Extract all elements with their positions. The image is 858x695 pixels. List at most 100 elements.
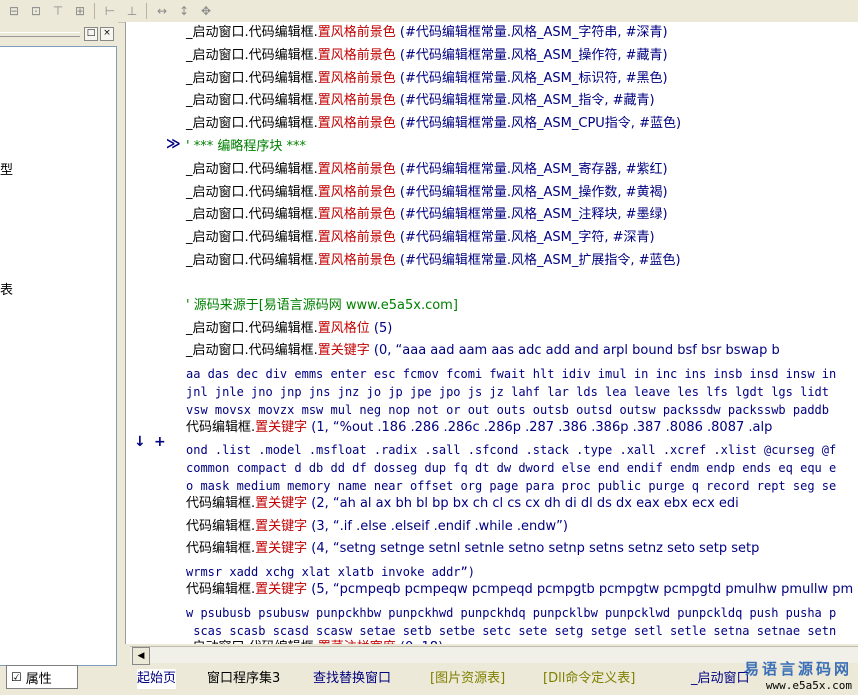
code-args: (#代码编辑框常量.风格_ASM_标识符, #黑色) [395, 70, 668, 86]
code-line[interactable]: scas scasb scasd scasw setae setb setbe … [186, 623, 836, 640]
code-args: (5, “pcmpeqb pcmpeqw pcmpeqd pcmpgtb pcm… [307, 582, 854, 597]
code-method: 置风格前景色 [317, 230, 396, 246]
code-continuation: aa das dec div emms enter esc fcmov fcom… [186, 367, 837, 382]
code-line[interactable]: w psubusb psubusw punpckhbw punpckhwd pu… [186, 605, 836, 622]
code-args: (#代码编辑框常量.风格_ASM_扩展指令, #蓝色) [395, 253, 681, 268]
code-args: (#代码编辑框常量.风格_ASM_注释块, #墨绿) [395, 207, 668, 223]
code-line[interactable]: _启动窗口.代码编辑框.置风格前景色 (#代码编辑框常量.风格_ASM_字符, … [186, 230, 655, 246]
code-line[interactable]: vsw movsx movzx msw mul neg nop not or o… [186, 402, 829, 419]
code-line[interactable]: _启动窗口.代码编辑框.置风格前景色 (#代码编辑框常量.风格_ASM_扩展指令… [186, 253, 681, 269]
align-left-icon[interactable]: ⊟ [4, 2, 24, 20]
code-object: _启动窗口.代码编辑框. [186, 47, 318, 63]
code-args: (1, “%out .186 .286 .286c .286p .287 .38… [307, 419, 773, 435]
align-top-icon[interactable]: ⊤ [48, 2, 68, 20]
code-object: 代码编辑框. [186, 419, 256, 435]
code-line[interactable]: aa das dec div emms enter esc fcmov fcom… [186, 366, 836, 383]
watermark-title: 易语言源码网 [743, 660, 852, 678]
code-line[interactable]: _启动窗口.代码编辑框.置风格前景色 (#代码编辑框常量.风格_ASM_操作符,… [186, 48, 668, 64]
tab-window-assembly[interactable]: 窗口程序集3 [207, 669, 280, 689]
down-arrow-icon[interactable]: ↓ [134, 434, 146, 450]
align-middle-icon[interactable]: ⊞ [70, 2, 90, 20]
close-button[interactable]: × [100, 27, 114, 41]
code-line[interactable]: _启动窗口.代码编辑框.置风格前景色 (#代码编辑框常量.风格_ASM_标识符,… [186, 71, 668, 87]
align-center-icon[interactable]: ⊡ [26, 2, 46, 20]
code-line[interactable]: _启动窗口.代码编辑框.置风格前景色 (#代码编辑框常量.风格_ASM_注释块,… [186, 207, 668, 223]
code-method: 置关键字 [255, 582, 308, 597]
code-continuation: vsw movsx movzx msw mul neg nop not or o… [186, 402, 829, 417]
code-line[interactable]: _启动窗口.代码编辑框.置菜注栏宽度 (0, 18) [186, 640, 443, 644]
code-object: _启动窗口.代码编辑框. [186, 320, 318, 336]
code-line[interactable]: 代码编辑框.置关键字 (4, “setng setnge setnl setnl… [186, 541, 759, 557]
restore-button[interactable]: □ [84, 27, 98, 41]
code-line[interactable]: _启动窗口.代码编辑框.置关键字 (0, “aaa aad aam aas ad… [186, 343, 780, 359]
code-line[interactable]: jnl jnle jno jnp jns jnz jo jp jpe jpo j… [186, 384, 829, 401]
code-line[interactable]: 代码编辑框.置关键字 (3, “.if .else .elseif .endif… [186, 519, 568, 535]
code-method: 置关键字 [255, 419, 308, 435]
code-object: 代码编辑框. [186, 541, 256, 557]
toolbar-separator [146, 3, 147, 19]
code-object: _启动窗口.代码编辑框. [186, 640, 318, 644]
code-args: (#代码编辑框常量.风格_ASM_CPU指令, #蓝色) [395, 116, 682, 132]
equal-height-icon[interactable]: ⊥ [122, 2, 142, 20]
tab-find-replace[interactable]: 查找替换窗口 [313, 669, 391, 689]
code-line[interactable]: ' *** 编略程序块 *** [186, 139, 306, 155]
code-line[interactable]: o mask medium memory name near offset or… [186, 478, 836, 495]
watermark-url: www.e5a5x.com [765, 679, 852, 692]
code-args: (#代码编辑框常量.风格_ASM_操作数, #黄褐) [395, 184, 668, 200]
center-vertical-icon[interactable]: ↕ [174, 2, 194, 20]
code-method: 置关键字 [317, 343, 370, 359]
code-method: 置风格前景色 [317, 116, 396, 132]
code-object: _启动窗口.代码编辑框. [186, 207, 318, 223]
code-line[interactable]: _启动窗口.代码编辑框.置风格前景色 (#代码编辑框常量.风格_ASM_指令, … [186, 93, 655, 109]
code-method: 置关键字 [255, 541, 308, 557]
code-line[interactable]: wrmsr xadd xchg xlat xlatb invoke addr”) [186, 564, 475, 581]
code-object: _启动窗口.代码编辑框. [186, 70, 318, 86]
code-line[interactable]: _启动窗口.代码编辑框.置风格前景色 (#代码编辑框常量.风格_ASM_字符串,… [186, 25, 668, 41]
panel-grip[interactable] [0, 32, 80, 37]
code-line[interactable]: _启动窗口.代码编辑框.置风格前景色 (#代码编辑框常量.风格_ASM_CPU指… [186, 116, 681, 132]
clipped-label: 表 [0, 283, 14, 298]
code-line[interactable]: ond .list .model .msfloat .radix .sall .… [186, 442, 836, 459]
code-comment: ' 源码来源于[易语言源码网 www.e5a5x.com] [186, 297, 458, 313]
editor-gutter [126, 22, 181, 644]
code-args: (3, “.if .else .elseif .endif .while .en… [307, 518, 568, 534]
code-line[interactable]: common compact d db dd df dosseg dup fq … [186, 460, 836, 477]
code-object: 代码编辑框. [186, 495, 256, 511]
tab-image-resources[interactable]: [图片资源表] [430, 669, 505, 689]
code-method: 置菜注栏宽度 [318, 640, 396, 644]
code-editor[interactable]: ≫ ↓ + _启动窗口.代码编辑框.置风格前景色 (#代码编辑框常量.风格_AS… [125, 22, 858, 644]
code-continuation: common compact d db dd df dosseg dup fq … [186, 461, 837, 476]
tab-startup-window[interactable]: _启动窗口 [691, 669, 750, 689]
code-object: _启动窗口.代码编辑框. [186, 25, 318, 40]
center-horizontal-icon[interactable]: ↔ [152, 2, 172, 20]
code-line[interactable]: 代码编辑框.置关键字 (2, “ah al ax bh bl bp bx ch … [186, 496, 739, 512]
code-line[interactable]: _启动窗口.代码编辑框.置风格位 (5) [186, 321, 392, 337]
scroll-left-icon[interactable]: ◀ [132, 647, 150, 665]
code-args: (#代码编辑框常量.风格_ASM_字符串, #深青) [395, 25, 668, 40]
code-method: 置风格前景色 [317, 207, 396, 223]
code-line[interactable]: _启动窗口.代码编辑框.置风格前景色 (#代码编辑框常量.风格_ASM_操作数,… [186, 185, 668, 201]
tab-dll-commands[interactable]: [Dll命令定义表] [543, 669, 635, 689]
tab-properties[interactable]: ☑ 属性 [6, 665, 78, 689]
tab-start-page[interactable]: 起始页 [137, 669, 177, 689]
code-method: 置关键字 [255, 518, 308, 534]
panel-header: □ × [0, 24, 118, 44]
property-list[interactable]: 型 表 [0, 46, 117, 666]
code-method: 置风格前景色 [317, 184, 396, 200]
equal-width-icon[interactable]: ⊢ [100, 2, 120, 20]
code-object: _启动窗口.代码编辑框. [186, 343, 318, 359]
code-line[interactable]: 代码编辑框.置关键字 (1, “%out .186 .286 .286c .28… [186, 420, 772, 436]
code-line[interactable]: 代码编辑框.置关键字 (5, “pcmpeqb pcmpeqw pcmpeqd … [186, 582, 853, 598]
code-line[interactable]: _启动窗口.代码编辑框.置风格前景色 (#代码编辑框常量.风格_ASM_寄存器,… [186, 162, 668, 178]
code-args: (#代码编辑框常量.风格_ASM_寄存器, #紫红) [395, 161, 668, 177]
left-panel: □ × 型 表 [0, 22, 118, 666]
code-line[interactable]: ' 源码来源于[易语言源码网 www.e5a5x.com] [186, 298, 458, 314]
center-both-icon[interactable]: ✥ [196, 2, 216, 20]
code-method: 置风格前景色 [317, 25, 396, 40]
code-args: (#代码编辑框常量.风格_ASM_字符, #深青) [395, 230, 655, 246]
code-object: _启动窗口.代码编辑框. [186, 184, 318, 200]
code-method: 置风格前景色 [317, 70, 396, 86]
code-continuation: w psubusb psubusw punpckhbw punpckhwd pu… [186, 605, 837, 620]
clipped-label: 型 [0, 163, 14, 178]
expand-plus-icon[interactable]: + [154, 434, 166, 450]
